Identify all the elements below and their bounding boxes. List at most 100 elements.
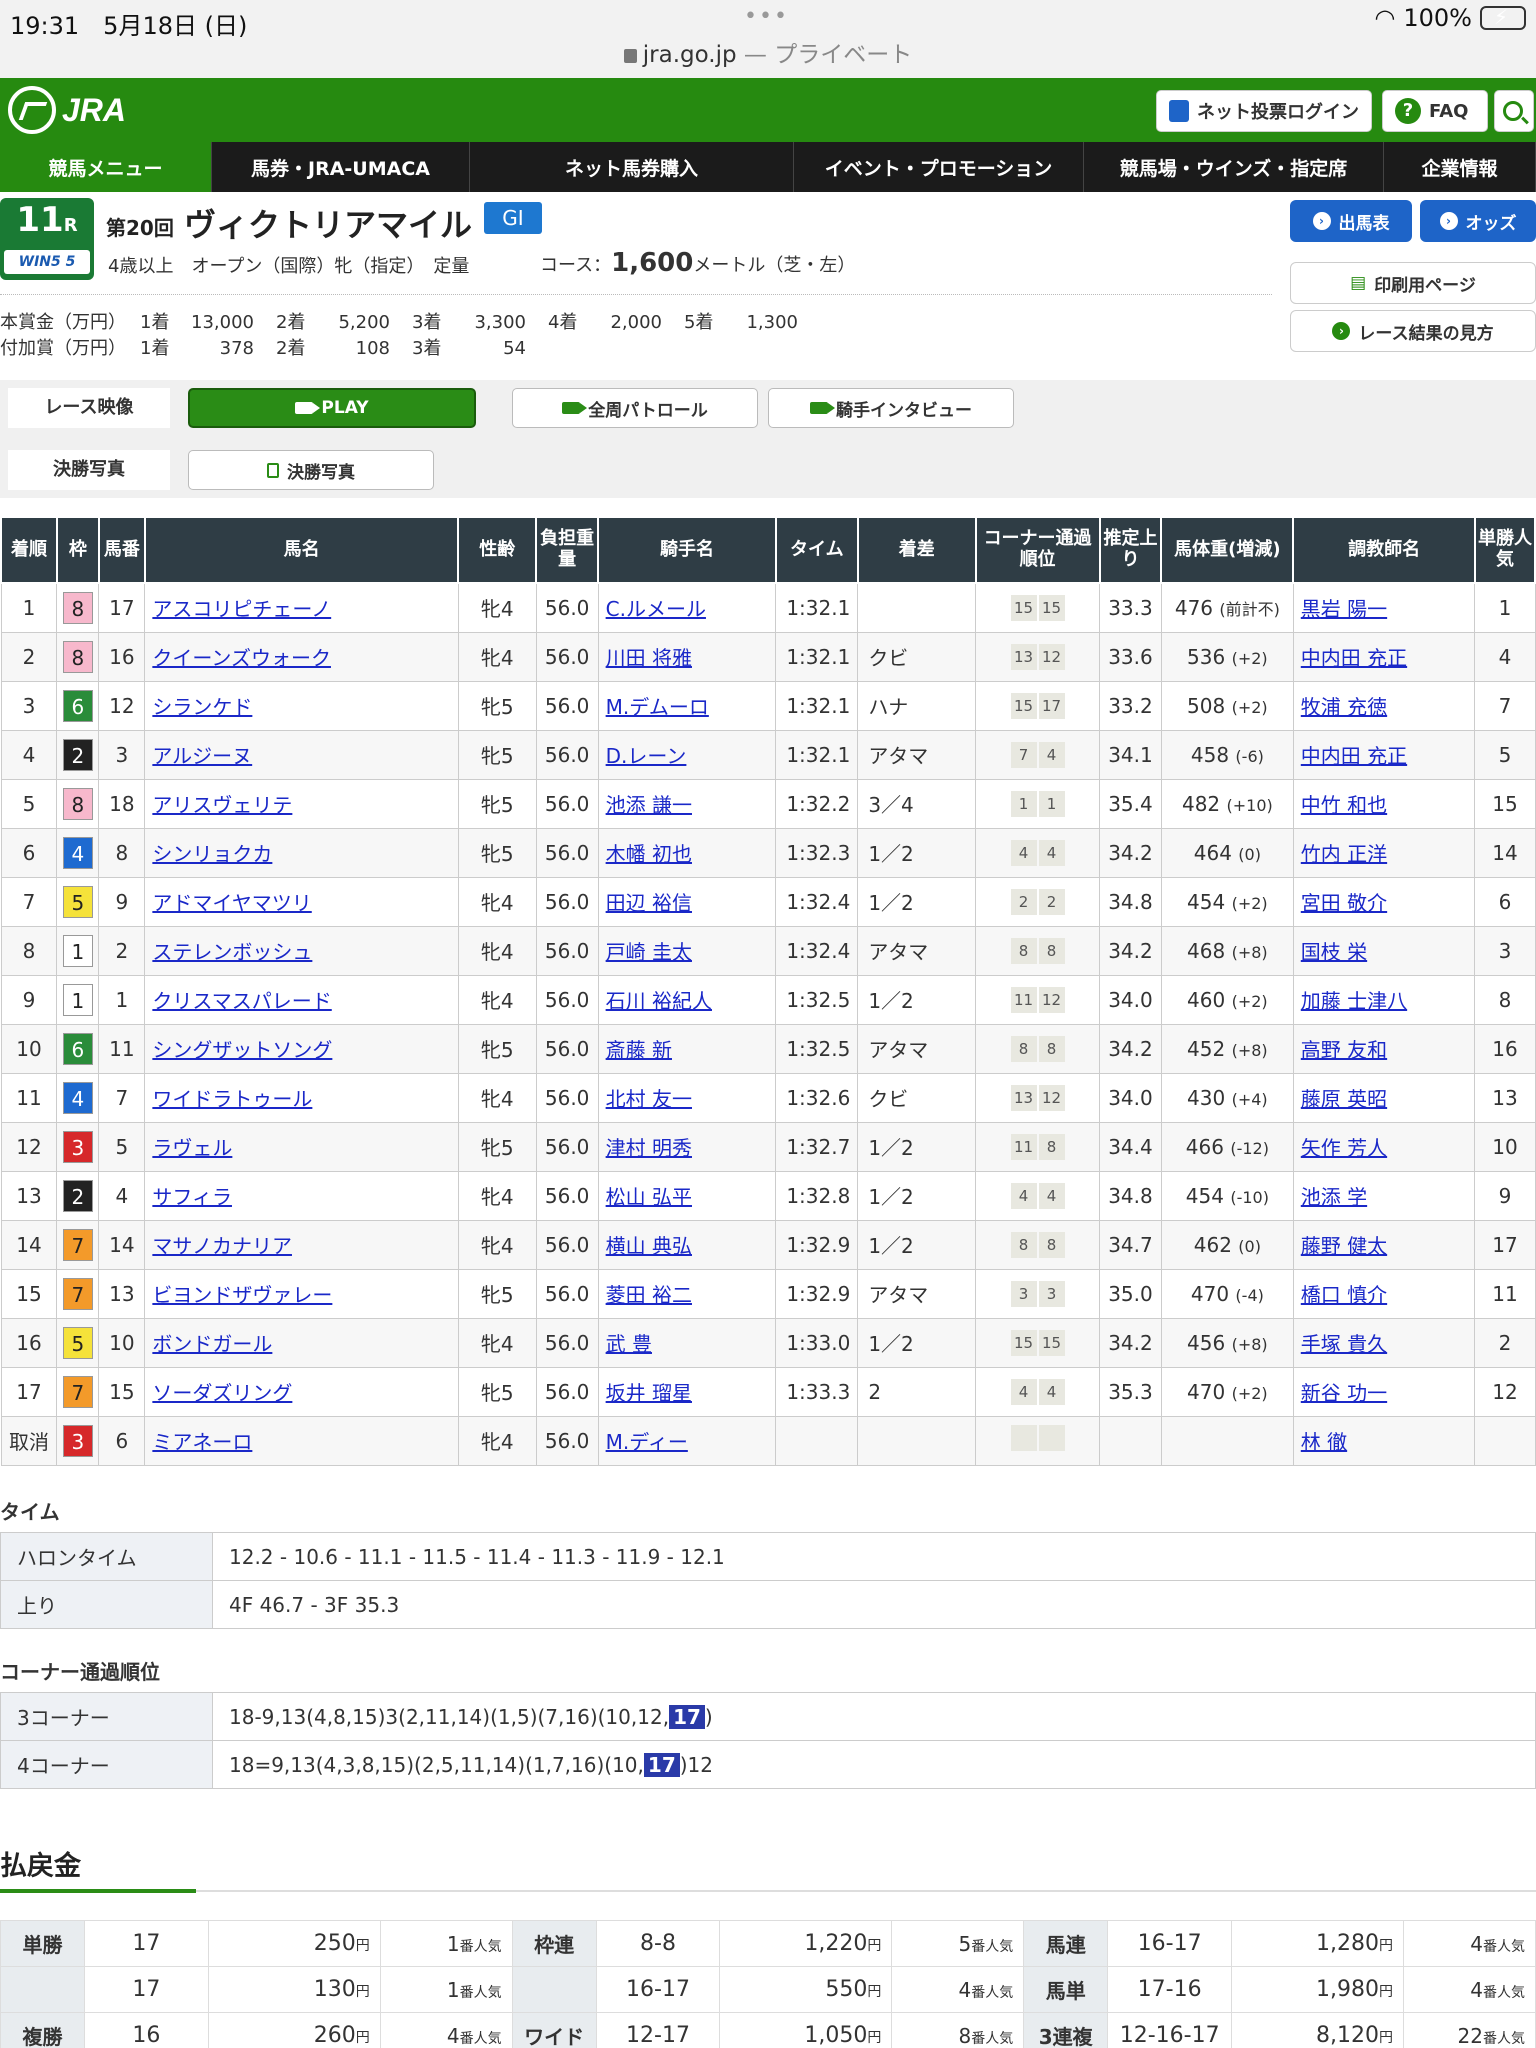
horse-name-link[interactable]: ワイドラトゥール <box>152 1087 312 1111</box>
sex-age-cell: 牝5 <box>457 1366 537 1417</box>
payout-amount: 130円 <box>207 1966 381 2013</box>
jockey-link[interactable]: 武 豊 <box>606 1332 652 1356</box>
jockey-link[interactable]: 横山 典弘 <box>606 1234 692 1258</box>
horse-name-link[interactable]: シランケド <box>152 695 252 719</box>
popularity-cell: 16 <box>1474 1023 1536 1074</box>
jockey-link[interactable]: 北村 友一 <box>606 1087 692 1111</box>
trainer-link[interactable]: 竹内 正洋 <box>1301 842 1387 866</box>
body-weight-diff: (+2) <box>1231 648 1268 668</box>
horse-name-link[interactable]: ソーダズリング <box>152 1381 292 1405</box>
nav-item[interactable]: ネット馬券購入 <box>470 142 794 192</box>
corner-cell: 11 12 <box>975 974 1100 1025</box>
jockey-link[interactable]: 斎藤 新 <box>606 1038 672 1062</box>
prize-add-row: 付加賞（万円） 1着 378 2着 108 3着 54 <box>0 334 548 360</box>
column-header: コーナー通過順位 <box>974 516 1101 584</box>
horse-name-link[interactable]: サフィラ <box>152 1185 232 1209</box>
odds-button[interactable]: › オッズ <box>1420 200 1536 242</box>
patrol-video-button[interactable]: 全周パトロール <box>512 388 758 428</box>
trainer-link[interactable]: 矢作 芳人 <box>1301 1136 1387 1160</box>
jockey-link[interactable]: 津村 明秀 <box>606 1136 692 1160</box>
jockey-link[interactable]: M.ディー <box>606 1430 688 1454</box>
horse-name-cell: アリスヴェリテ <box>144 778 459 829</box>
jockey-link[interactable]: 菱田 裕二 <box>606 1283 692 1307</box>
jockey-link[interactable]: C.ルメール <box>606 597 706 621</box>
jockey-cell: 池添 謙一 <box>597 778 777 829</box>
trainer-link[interactable]: 高野 友和 <box>1301 1038 1387 1062</box>
result-guide-button[interactable]: › レース結果の見方 <box>1290 310 1536 352</box>
net-vote-login-button[interactable]: ネット投票ログイン <box>1156 90 1372 132</box>
trainer-link[interactable]: 黒岩 陽一 <box>1301 597 1387 621</box>
time-cell: 1:32.1 <box>775 729 859 780</box>
horse-name-link[interactable]: ラヴェル <box>152 1136 232 1160</box>
jockey-link[interactable]: D.レーン <box>606 744 687 768</box>
jockey-link[interactable]: 坂井 瑠星 <box>606 1381 692 1405</box>
horse-name-link[interactable]: アリスヴェリテ <box>152 793 292 817</box>
trainer-link[interactable]: 林 徹 <box>1301 1430 1347 1454</box>
print-page-button[interactable]: ▤ 印刷用ページ <box>1290 262 1536 304</box>
horse-name-link[interactable]: シングザットソング <box>152 1038 332 1062</box>
trainer-link[interactable]: 宮田 敬介 <box>1301 891 1387 915</box>
jockey-interview-button[interactable]: 騎手インタビュー <box>768 388 1014 428</box>
horse-name-link[interactable]: ボンドガール <box>152 1332 272 1356</box>
horse-name-link[interactable]: マサノカナリア <box>152 1234 292 1258</box>
waku-badge: 1 <box>62 983 93 1016</box>
nav-item[interactable]: 競馬場・ウインズ・指定席 <box>1084 142 1384 192</box>
faq-button[interactable]: ? FAQ <box>1382 90 1488 132</box>
jockey-link[interactable]: 田辺 裕信 <box>606 891 692 915</box>
horse-name-link[interactable]: クリスマスパレード <box>152 989 331 1013</box>
body-weight-cell: 462 (0) <box>1160 1219 1294 1270</box>
jockey-link[interactable]: M.デムーロ <box>606 695 709 719</box>
trainer-link[interactable]: 中竹 和也 <box>1301 793 1387 817</box>
trainer-link[interactable]: 手塚 貴久 <box>1301 1332 1387 1356</box>
trainer-link[interactable]: 藤野 健太 <box>1301 1234 1387 1258</box>
jockey-link[interactable]: 川田 将雅 <box>606 646 692 670</box>
yen-unit: 円 <box>355 2030 370 2046</box>
column-header: 着差 <box>856 516 977 584</box>
trainer-link[interactable]: 橋口 慎介 <box>1301 1283 1387 1307</box>
nav-item[interactable]: 企業情報 <box>1384 142 1536 192</box>
place-cell: 14 <box>0 1219 58 1270</box>
horse-name-link[interactable]: ミアネーロ <box>152 1430 252 1454</box>
nav-item[interactable]: 馬券・JRA-UMACA <box>212 142 470 192</box>
body-weight-diff: (+2) <box>1231 991 1268 1011</box>
body-weight-diff: (+8) <box>1231 1334 1268 1354</box>
jockey-link[interactable]: 池添 謙一 <box>606 793 692 817</box>
waku-cell: 1 <box>56 925 100 976</box>
trainer-link[interactable]: 藤原 英昭 <box>1301 1087 1387 1111</box>
horse-name-link[interactable]: アスコリピチェーノ <box>152 597 331 621</box>
yen-unit: 円 <box>867 1938 882 1954</box>
jockey-link[interactable]: 松山 弘平 <box>606 1185 692 1209</box>
nav-item[interactable]: 競馬メニュー <box>0 142 212 192</box>
horse-name-link[interactable]: アルジーヌ <box>152 744 252 768</box>
finish-photo-button[interactable]: 決勝写真 <box>188 450 434 490</box>
jra-logo[interactable]: JRA <box>8 86 126 134</box>
search-button[interactable] <box>1494 90 1534 132</box>
horse-name-link[interactable]: クイーンズウォーク <box>152 646 331 670</box>
trainer-link[interactable]: 加藤 士津八 <box>1301 989 1407 1013</box>
url-bar[interactable]: jra.go.jp — プライベート <box>0 40 1536 78</box>
trainer-link[interactable]: 中内田 充正 <box>1301 646 1407 670</box>
popularity-cell: 12 <box>1474 1366 1536 1417</box>
trainer-link[interactable]: 新谷 功一 <box>1301 1381 1387 1405</box>
horse-name-link[interactable]: シンリョクカ <box>152 842 272 866</box>
waku-cell: 3 <box>56 1415 100 1466</box>
play-button[interactable]: PLAY <box>188 388 476 428</box>
place-cell: 1 <box>0 582 58 633</box>
body-weight: 466 <box>1185 1134 1224 1159</box>
horse-name-link[interactable]: ステレンボッシュ <box>152 940 312 964</box>
trainer-link[interactable]: 牧浦 充徳 <box>1301 695 1387 719</box>
entries-button[interactable]: › 出馬表 <box>1290 200 1412 242</box>
jockey-link[interactable]: 戸崎 圭太 <box>606 940 692 964</box>
horse-name-link[interactable]: アドマイヤマツリ <box>152 891 311 915</box>
trainer-link[interactable]: 国枝 栄 <box>1301 940 1367 964</box>
trainer-link[interactable]: 中内田 充正 <box>1301 744 1407 768</box>
jockey-link[interactable]: 石川 裕紀人 <box>606 989 712 1013</box>
waku-cell: 7 <box>56 1219 100 1270</box>
trainer-link[interactable]: 池添 学 <box>1301 1185 1367 1209</box>
weight-cell: 56.0 <box>535 680 599 731</box>
nav-item[interactable]: イベント・プロモーション <box>794 142 1084 192</box>
place-cell: 15 <box>0 1268 58 1319</box>
more-dots-icon[interactable]: ••• <box>744 4 789 29</box>
jockey-link[interactable]: 木幡 初也 <box>606 842 692 866</box>
horse-name-link[interactable]: ビヨンドザヴァレー <box>152 1283 332 1307</box>
